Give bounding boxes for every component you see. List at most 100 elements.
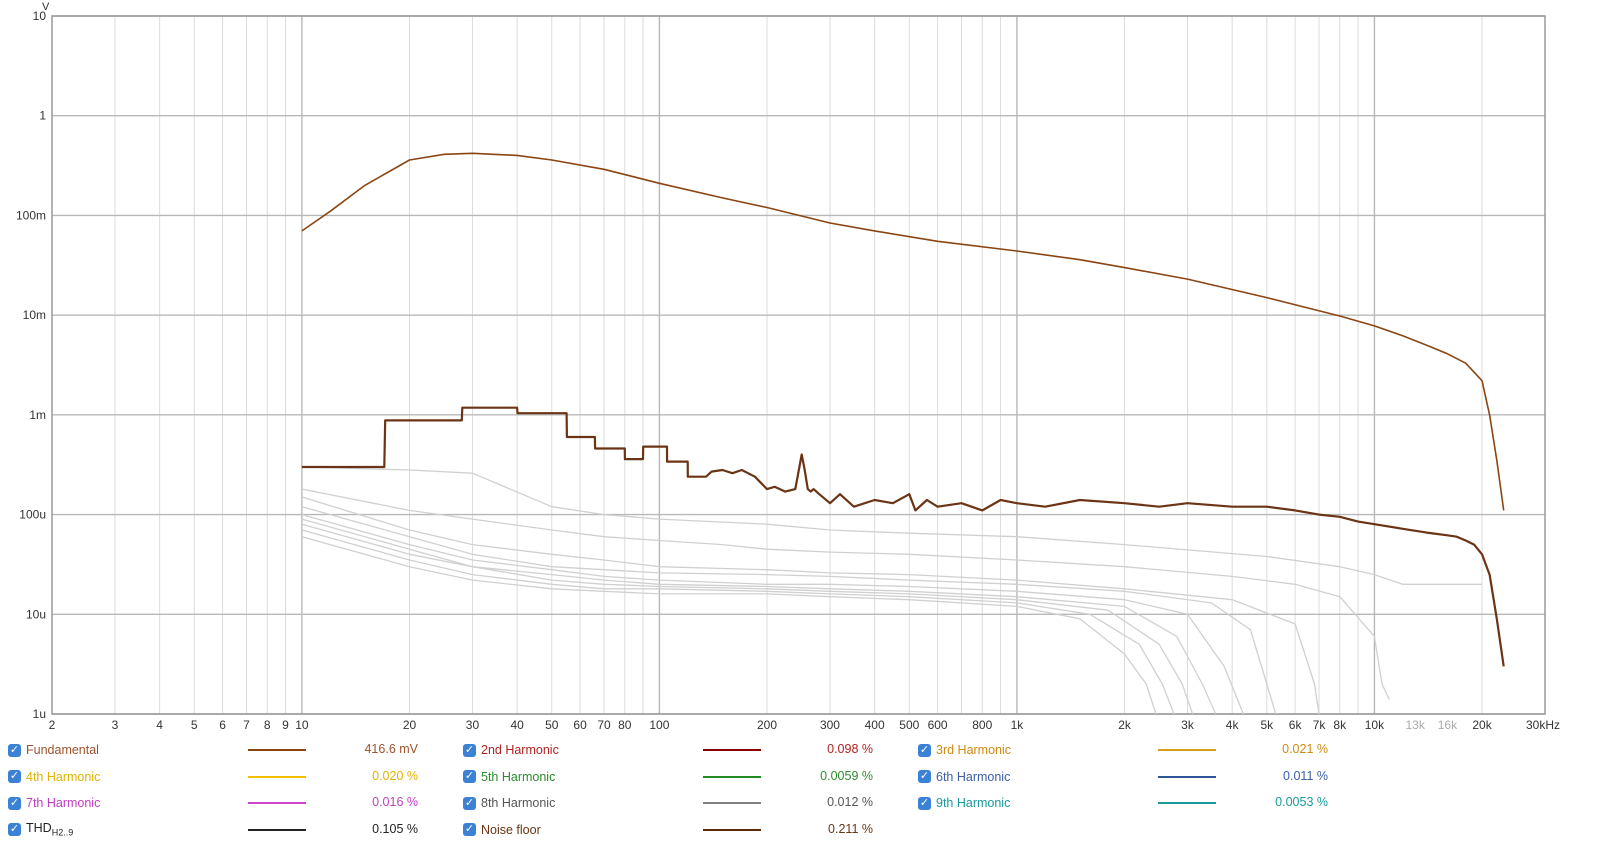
legend-label: THDH2..9 bbox=[26, 821, 74, 838]
y-tick-label: 100m bbox=[16, 208, 46, 222]
chart-grid bbox=[51, 15, 1546, 715]
checkbox-checked-icon[interactable]: ✓ bbox=[918, 743, 931, 757]
legend-value: 0.011 % bbox=[1283, 768, 1328, 783]
x-tick-label: 80 bbox=[618, 718, 632, 732]
y-axis-ticks: 10 1 100m 10m 1m 100u 10u 1u bbox=[16, 9, 46, 721]
legend-label: 4th Harmonic bbox=[26, 769, 101, 784]
legend-value: 0.021 % bbox=[1282, 742, 1328, 756]
x-tick-label: 40 bbox=[510, 718, 524, 732]
legend-toggle-3rd-harmonic[interactable]: ✓ 3rd Harmonic bbox=[918, 740, 1011, 760]
legend-label: 9th Harmonic bbox=[936, 796, 1011, 810]
series-line-fundamental bbox=[301, 152, 1505, 511]
y-tick-label: 100u bbox=[19, 508, 46, 522]
x-tick-label: 70 bbox=[597, 718, 611, 732]
legend-toggle-4th-harmonic[interactable]: ✓ 4th Harmonic bbox=[8, 767, 100, 787]
x-tick-label: 30kHz bbox=[1526, 718, 1560, 732]
x-tick-label: 6 bbox=[219, 718, 226, 732]
legend-label: 7th Harmonic bbox=[26, 796, 101, 810]
y-tick-label: 10u bbox=[26, 607, 46, 621]
legend-value: 0.012 % bbox=[827, 795, 873, 809]
x-tick-label: 16k bbox=[1438, 718, 1458, 732]
x-tick-label: 9 bbox=[282, 718, 289, 732]
series-line-9th-harmonic bbox=[301, 536, 1157, 715]
legend-label: Noise floor bbox=[481, 822, 541, 837]
x-tick-label: 3k bbox=[1181, 718, 1195, 732]
x-tick-label: 100 bbox=[649, 718, 669, 732]
legend-label: 5th Harmonic bbox=[481, 769, 556, 784]
checkbox-checked-icon[interactable]: ✓ bbox=[918, 796, 931, 810]
legend-label: 3rd Harmonic bbox=[936, 743, 1012, 757]
legend-toggle-7th-harmonic[interactable]: ✓ 7th Harmonic bbox=[8, 793, 100, 813]
legend-toggle-fundamental[interactable]: ✓ Fundamental bbox=[8, 740, 99, 760]
y-tick-label: 1 bbox=[39, 109, 46, 123]
x-tick-label: 400 bbox=[865, 718, 885, 732]
checkbox-checked-icon[interactable]: ✓ bbox=[8, 823, 21, 836]
series-line-4th-harmonic bbox=[301, 506, 1277, 715]
series-line-3rd-harmonic bbox=[301, 496, 1320, 715]
checkbox-checked-icon[interactable]: ✓ bbox=[918, 770, 931, 783]
series-line-7th-harmonic bbox=[301, 523, 1194, 715]
checkbox-checked-icon[interactable]: ✓ bbox=[463, 796, 476, 810]
legend-toggle-6th-harmonic[interactable]: ✓ 6th Harmonic bbox=[918, 767, 1010, 787]
checkbox-checked-icon[interactable]: ✓ bbox=[463, 823, 476, 836]
x-tick-label: 2 bbox=[49, 718, 56, 732]
series-line-8th-harmonic bbox=[301, 529, 1175, 715]
x-tick-label: 300 bbox=[820, 718, 840, 732]
legend-value: 416.6 mV bbox=[364, 742, 418, 756]
x-tick-label: 10k bbox=[1365, 718, 1385, 732]
x-tick-label: 2k bbox=[1118, 718, 1132, 732]
legend-toggle-8th-harmonic[interactable]: ✓ 8th Harmonic bbox=[463, 793, 555, 813]
x-tick-label: 8k bbox=[1333, 718, 1347, 732]
legend-toggle-9th-harmonic[interactable]: ✓ 9th Harmonic bbox=[918, 793, 1010, 813]
x-tick-label: 10 bbox=[295, 718, 309, 732]
thd-spectrum-chart: V 101100m10m1m100u10u1u 2 3 4 5 6 7 8 9 10 20 30 40… bbox=[16, 1, 1560, 732]
x-tick-label: 800 bbox=[972, 718, 992, 732]
legend-toggle-5th-harmonic[interactable]: ✓ 5th Harmonic bbox=[463, 767, 555, 787]
x-axis-ticks: 2 3 4 5 6 7 8 9 10 20 30 40 50 60 70 80 100 200 300 400 500 6… bbox=[49, 718, 1560, 732]
x-tick-label: 20 bbox=[403, 718, 417, 732]
x-tick-label: 60 bbox=[573, 718, 587, 732]
legend-label-subscript: H2..9 bbox=[51, 827, 74, 838]
legend-value: 0.105 % bbox=[372, 821, 418, 836]
legend-label: 6th Harmonic bbox=[936, 769, 1011, 784]
y-tick-label: 10m bbox=[23, 308, 46, 322]
legend-label: 8th Harmonic bbox=[481, 796, 556, 810]
legend-value: 0.098 % bbox=[827, 742, 873, 756]
x-tick-label: 600 bbox=[928, 718, 948, 732]
series-lines bbox=[301, 152, 1505, 715]
x-tick-label: 5 bbox=[191, 718, 198, 732]
legend-toggle-noise-floor[interactable]: ✓ Noise floor bbox=[463, 820, 541, 840]
legend-value: 0.211 % bbox=[828, 821, 873, 836]
legend-value: 0.016 % bbox=[372, 795, 418, 809]
y-tick-label: 10 bbox=[33, 9, 47, 23]
legend-panel: ✓ Fundamental 416.6 mV ✓ 2nd Harmonic 0.098 %… bbox=[0, 740, 1600, 860]
series-line-noise-floor bbox=[301, 406, 1505, 667]
x-tick-label: 1k bbox=[1011, 718, 1025, 732]
y-tick-label: 1m bbox=[29, 408, 46, 422]
x-tick-label: 200 bbox=[757, 718, 777, 732]
legend-toggle-2nd-harmonic[interactable]: ✓ 2nd Harmonic bbox=[463, 740, 559, 760]
plot-frame bbox=[51, 15, 1546, 715]
legend-value: 0.020 % bbox=[372, 768, 418, 783]
checkbox-checked-icon[interactable]: ✓ bbox=[8, 770, 21, 783]
checkbox-checked-icon[interactable]: ✓ bbox=[463, 770, 476, 783]
x-tick-label: 4 bbox=[156, 718, 163, 732]
checkbox-checked-icon[interactable]: ✓ bbox=[8, 743, 21, 757]
legend-toggle-thd[interactable]: ✓ THDH2..9 bbox=[8, 820, 73, 840]
legend-value: 0.0053 % bbox=[1275, 795, 1328, 809]
x-tick-label: 13k bbox=[1405, 718, 1425, 732]
y-tick-label: 1u bbox=[33, 707, 46, 721]
x-tick-label: 20k bbox=[1472, 718, 1492, 732]
x-tick-label: 6k bbox=[1289, 718, 1303, 732]
x-tick-label: 30 bbox=[466, 718, 480, 732]
x-tick-label: 50 bbox=[545, 718, 559, 732]
x-tick-label: 500 bbox=[899, 718, 919, 732]
legend-value: 0.0059 % bbox=[820, 768, 873, 783]
legend-label: Fundamental bbox=[26, 743, 99, 757]
x-tick-label: 5k bbox=[1260, 718, 1274, 732]
x-tick-label: 8 bbox=[264, 718, 271, 732]
checkbox-checked-icon[interactable]: ✓ bbox=[463, 743, 476, 757]
checkbox-checked-icon[interactable]: ✓ bbox=[8, 796, 21, 810]
x-tick-label: 4k bbox=[1226, 718, 1240, 732]
x-tick-label: 7k bbox=[1313, 718, 1327, 732]
